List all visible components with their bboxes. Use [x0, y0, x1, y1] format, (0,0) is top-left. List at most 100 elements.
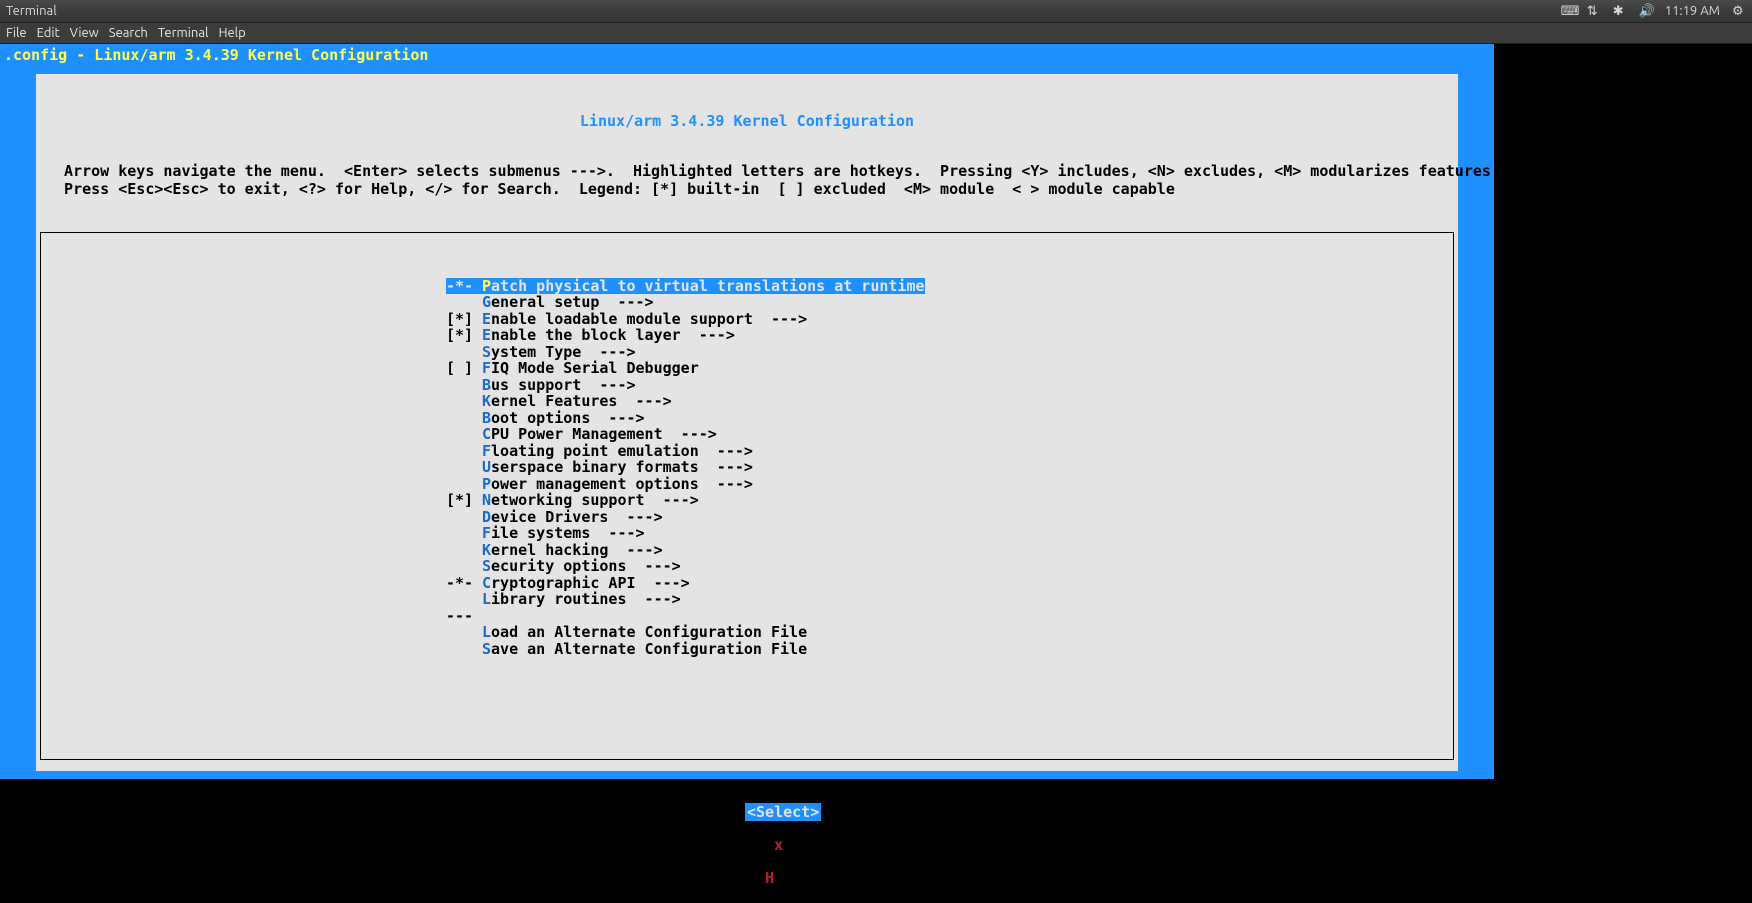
menu-item-hotkey: K [482, 392, 491, 410]
menu-item-label: FIQ Mode Serial Debugger [482, 360, 699, 377]
menu-item-label: Bus support ---> [482, 377, 636, 394]
menu-item[interactable]: [*] Enable the block layer ---> [446, 327, 1453, 344]
menu-item-hotkey: L [482, 623, 491, 641]
menu-item[interactable]: -*- Patch physical to virtual translatio… [446, 278, 1453, 295]
keyboard-icon[interactable]: ⌨ [1561, 4, 1575, 19]
menu-item-text: ernel hacking ---> [491, 541, 663, 559]
menu-item-label: CPU Power Management ---> [482, 426, 717, 443]
menu-item-hotkey: F [482, 524, 491, 542]
menu-item-prefix [446, 443, 482, 460]
terminal-area[interactable]: .config - Linux/arm 3.4.39 Kernel Config… [0, 44, 1752, 903]
menu-item[interactable]: System Type ---> [446, 344, 1453, 361]
menu-item-text: ower management options ---> [491, 475, 753, 493]
menu-item[interactable]: --- [446, 608, 1453, 625]
clock[interactable]: 11:19 AM [1665, 4, 1720, 18]
menu-item[interactable]: General setup ---> [446, 294, 1453, 311]
menu-item-text: oot options ---> [491, 409, 645, 427]
menu-item[interactable]: Bus support ---> [446, 377, 1453, 394]
menuconfig-dialog: Linux/arm 3.4.39 Kernel Configuration Ar… [36, 74, 1458, 771]
menu-terminal[interactable]: Terminal [158, 26, 209, 40]
menu-item[interactable]: Load an Alternate Configuration File [446, 624, 1453, 641]
menu-item-hotkey: F [482, 442, 491, 460]
menu-item-text: ecurity options ---> [491, 557, 681, 575]
menu-item[interactable]: Boot options ---> [446, 410, 1453, 427]
menu-item-text: nable the block layer ---> [491, 326, 735, 344]
bluetooth-icon[interactable]: ✱ [1613, 4, 1627, 19]
dialog-help-line-2: Press <Esc><Esc> to exit, <?> for Help, … [36, 181, 1458, 200]
menu-item-prefix: [*] [446, 311, 482, 328]
menu-item-text: ryptographic API ---> [491, 574, 690, 592]
menuconfig-frame: .config - Linux/arm 3.4.39 Kernel Config… [0, 44, 1494, 779]
dialog-title: Linux/arm 3.4.39 Kernel Configuration [36, 74, 1458, 163]
menu-box: -*- Patch physical to virtual translatio… [40, 232, 1454, 760]
menu-item-text: evice Drivers ---> [491, 508, 663, 526]
menu-item-label: General setup ---> [482, 294, 654, 311]
menu-file[interactable]: File [6, 26, 27, 40]
menu-view[interactable]: View [70, 26, 99, 40]
menu-item-prefix [446, 525, 482, 542]
menu-item-hotkey: P [482, 277, 491, 295]
help-button[interactable]: < Help > [745, 869, 821, 887]
dialog-buttons: <Select> < Exit > < Help > [36, 788, 1458, 903]
menu-item-label: Userspace binary formats ---> [482, 459, 753, 476]
menu-item-hotkey: F [482, 359, 491, 377]
menu-item-text: ernel Features ---> [491, 392, 672, 410]
menu-search[interactable]: Search [109, 26, 148, 40]
menu-edit[interactable]: Edit [37, 26, 60, 40]
menu-item[interactable]: Device Drivers ---> [446, 509, 1453, 526]
select-button[interactable]: <Select> [745, 803, 821, 821]
menu-item[interactable]: File systems ---> [446, 525, 1453, 542]
menu-item[interactable]: Power management options ---> [446, 476, 1453, 493]
menu-item[interactable]: [*] Enable loadable module support ---> [446, 311, 1453, 328]
menu-list[interactable]: -*- Patch physical to virtual translatio… [446, 278, 1453, 658]
menu-item-hotkey: P [482, 475, 491, 493]
menu-item-prefix [446, 542, 482, 559]
menu-item-label: Device Drivers ---> [482, 509, 663, 526]
menu-item-prefix [446, 459, 482, 476]
menu-item-prefix [446, 393, 482, 410]
menu-item-text: PU Power Management ---> [491, 425, 717, 443]
menu-item-prefix [446, 624, 482, 641]
menu-help[interactable]: Help [218, 26, 245, 40]
volume-icon[interactable]: 🔊 [1639, 4, 1653, 19]
menu-item-prefix: [*] [446, 327, 482, 344]
config-header: .config - Linux/arm 3.4.39 Kernel Config… [0, 44, 1494, 64]
menu-item[interactable]: [*] Networking support ---> [446, 492, 1453, 509]
menu-item-hotkey: S [482, 343, 491, 361]
menu-item[interactable]: Floating point emulation ---> [446, 443, 1453, 460]
menu-item[interactable]: CPU Power Management ---> [446, 426, 1453, 443]
menu-item[interactable]: Security options ---> [446, 558, 1453, 575]
menu-item-hotkey: B [482, 376, 491, 394]
menu-item[interactable]: Kernel Features ---> [446, 393, 1453, 410]
menu-item[interactable]: [ ] FIQ Mode Serial Debugger [446, 360, 1453, 377]
menu-item[interactable]: Save an Alternate Configuration File [446, 641, 1453, 658]
menu-item-hotkey: U [482, 458, 491, 476]
menu-item-hotkey: S [482, 640, 491, 658]
menu-item-text: nable loadable module support ---> [491, 310, 807, 328]
menu-item-text: serspace binary formats ---> [491, 458, 753, 476]
menu-item[interactable]: Kernel hacking ---> [446, 542, 1453, 559]
menu-item-prefix: [ ] [446, 360, 482, 377]
menu-item-label: Floating point emulation ---> [482, 443, 753, 460]
menu-item-label: Save an Alternate Configuration File [482, 641, 807, 658]
exit-button[interactable]: < Exit > [745, 836, 821, 854]
menu-item-prefix [446, 591, 482, 608]
menu-item[interactable]: Userspace binary formats ---> [446, 459, 1453, 476]
menu-item-label: Load an Alternate Configuration File [482, 624, 807, 641]
menu-item-hotkey: D [482, 508, 491, 526]
menu-item-label: System Type ---> [482, 344, 636, 361]
menu-item-prefix: [*] [446, 492, 482, 509]
menu-item-label: Patch physical to virtual translations a… [482, 278, 925, 295]
menu-item-hotkey: C [482, 425, 491, 443]
gear-icon[interactable]: ⚙ [1732, 4, 1746, 19]
menu-item-prefix: --- [446, 608, 482, 625]
menu-item-label: Enable the block layer ---> [482, 327, 735, 344]
menu-item-prefix [446, 377, 482, 394]
menu-item[interactable]: -*- Cryptographic API ---> [446, 575, 1453, 592]
menu-item-text: eneral setup ---> [491, 293, 654, 311]
menu-item-prefix [446, 344, 482, 361]
network-icon[interactable]: ⇅ [1587, 4, 1601, 19]
menu-item[interactable]: Library routines ---> [446, 591, 1453, 608]
menu-item-text: etworking support ---> [491, 491, 699, 509]
menu-item-hotkey: G [482, 293, 491, 311]
